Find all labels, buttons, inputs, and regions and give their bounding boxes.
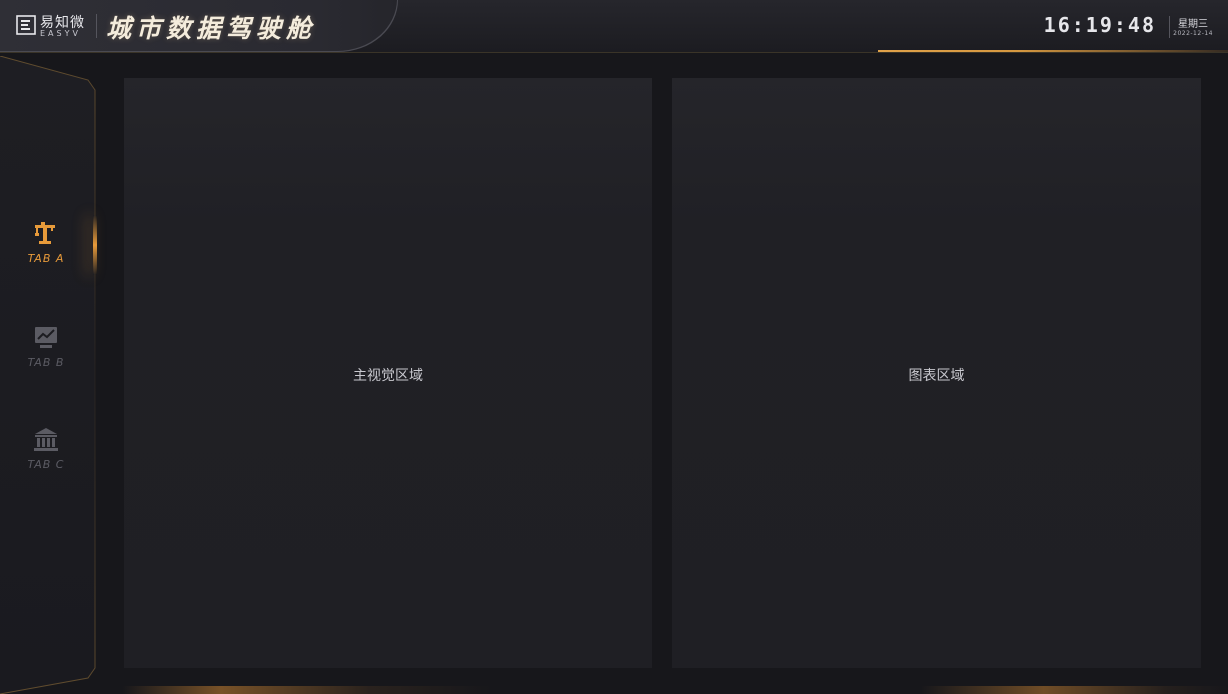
logo-en-text: EASYV: [40, 29, 81, 38]
easyv-logo-icon: [16, 15, 36, 35]
top-header: 易知微 EASYV 城市数据驾驶舱 16:19:48 星期三 2022-12-1…: [0, 0, 1228, 53]
tab-a-label: TAB A: [27, 252, 65, 265]
tab-c-label: TAB C: [27, 458, 65, 471]
weekday-text: 星期三: [1178, 19, 1208, 30]
active-tab-indicator: [93, 215, 97, 275]
date-text: 2022-12-14: [1173, 30, 1213, 37]
logo: 易知微 EASYV: [14, 12, 98, 40]
tab-a[interactable]: TAB A: [0, 212, 97, 278]
tab-b-label: TAB B: [27, 356, 65, 369]
main-visual-area[interactable]: 主视觉区域: [124, 78, 652, 668]
bottom-accent-glow: [0, 686, 1228, 694]
date-divider: [1169, 16, 1170, 38]
title-plate: 易知微 EASYV 城市数据驾驶舱: [0, 0, 398, 52]
chart-area-label: 图表区域: [908, 368, 965, 384]
monitor-chart-icon: [35, 327, 57, 348]
main-visual-label: 主视觉区域: [353, 368, 423, 384]
clock-time: 16:19:48: [1043, 13, 1156, 37]
bank-icon: [34, 428, 58, 451]
tab-c[interactable]: TAB C: [0, 418, 95, 484]
crane-icon: [35, 222, 55, 244]
page-title: 城市数据驾驶舱: [106, 14, 317, 43]
tab-b[interactable]: TAB B: [0, 316, 95, 382]
logo-divider: [96, 14, 97, 38]
chart-area[interactable]: 图表区域: [672, 78, 1201, 668]
header-accent-line: [878, 50, 1228, 52]
